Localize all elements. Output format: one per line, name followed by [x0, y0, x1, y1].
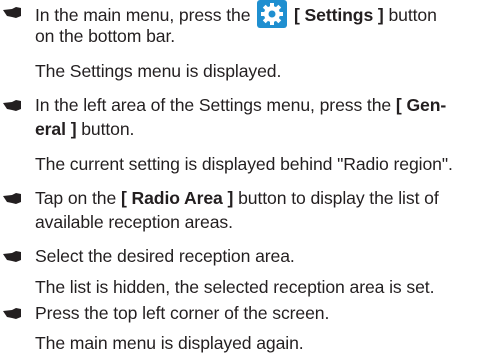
radio-area-button-label: [ Radio Area ] [120, 188, 234, 208]
pointing-hand-icon [3, 251, 21, 262]
step-2-line-2: eral ] button. [35, 117, 481, 141]
step-2-text-a: In the left area of the Settings menu, p… [35, 95, 392, 115]
general-button-label-part-2: eral ] [35, 119, 77, 139]
step-3-line-1: Tap on the [ Radio Area ] button to disp… [35, 186, 481, 210]
step-5-result: The main menu is displayed again. [35, 333, 304, 353]
pointing-hand-icon [3, 308, 21, 319]
step-3-line-2: available reception areas. [35, 212, 233, 232]
step-4-line-1: Select the desired reception area. [35, 246, 295, 266]
step-1-result: The Settings menu is displayed. [35, 61, 282, 81]
step-1-text-a: In the main menu, press the [35, 5, 251, 25]
step-3-text-a: Tap on the [35, 188, 117, 208]
pointing-hand-icon [3, 100, 21, 111]
step-1-text-c: button [383, 5, 437, 25]
step-5-line-1: Press the top left corner of the screen. [35, 303, 330, 323]
step-3-text-c: button to display the list of [233, 188, 439, 208]
step-2-text-c: button. [76, 119, 135, 139]
general-button-label-part-1: [ Gen- [395, 95, 447, 115]
step-2-line-1: In the left area of the Settings menu, p… [35, 93, 481, 117]
pointing-hand-icon [3, 7, 21, 18]
settings-button-label: [ Settings ] [293, 5, 384, 25]
step-4-result: The list is hidden, the selected recepti… [35, 277, 435, 297]
instruction-document: In the main menu, press the [ Settings ]… [0, 0, 483, 355]
step-2-result: The current setting is displayed behind … [35, 154, 453, 174]
step-1-line-2: on the bottom bar. [35, 26, 176, 46]
pointing-hand-icon [3, 193, 21, 204]
